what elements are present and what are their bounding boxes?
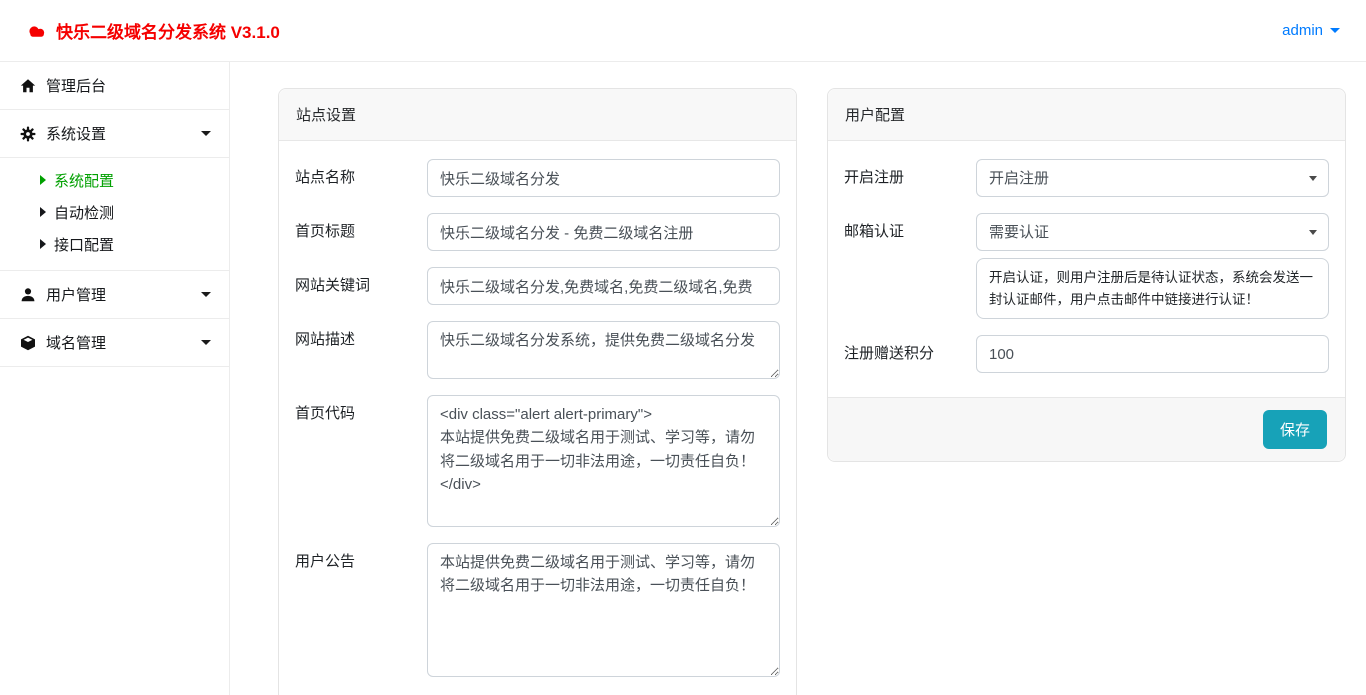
main-content: 站点设置 站点名称 首页标题 网站关键词 xyxy=(230,62,1366,695)
user-config-card: 用户配置 开启注册 开启注册 邮箱认证 xyxy=(827,88,1346,462)
chevron-down-icon xyxy=(201,131,211,136)
site-name-row: 站点名称 xyxy=(295,159,780,197)
subitem-label: 接口配置 xyxy=(54,234,114,255)
keywords-row: 网站关键词 xyxy=(295,267,780,305)
site-name-label: 站点名称 xyxy=(295,159,427,197)
system-settings-submenu: 系统配置 自动检测 接口配置 xyxy=(0,158,229,271)
site-settings-card: 站点设置 站点名称 首页标题 网站关键词 xyxy=(278,88,797,695)
points-input[interactable] xyxy=(976,335,1329,373)
user-card-title: 用户配置 xyxy=(828,89,1345,141)
keywords-label: 网站关键词 xyxy=(295,267,427,305)
email-auth-label: 邮箱认证 xyxy=(844,213,976,319)
user-menu[interactable]: admin xyxy=(1282,22,1340,39)
chevron-down-icon xyxy=(201,340,211,345)
sidebar-subitem-api-config[interactable]: 接口配置 xyxy=(0,228,229,260)
triangle-right-icon xyxy=(40,239,46,249)
home-code-textarea[interactable]: <div class="alert alert-primary"> 本站提供免费… xyxy=(427,395,780,527)
subitem-label: 自动检测 xyxy=(54,202,114,223)
sidebar: 管理后台 系统设置 xyxy=(0,62,230,695)
email-auth-select[interactable]: 需要认证 xyxy=(976,213,1329,251)
sidebar-item-label: 用户管理 xyxy=(46,284,191,305)
home-title-label: 首页标题 xyxy=(295,213,427,251)
home-icon xyxy=(20,78,36,94)
home-title-row: 首页标题 xyxy=(295,213,780,251)
site-card-body: 站点名称 首页标题 网站关键词 xyxy=(279,141,796,695)
cube-icon xyxy=(20,335,36,351)
sidebar-item-domain-management[interactable]: 域名管理 xyxy=(0,319,229,367)
keywords-input[interactable] xyxy=(427,267,780,305)
email-auth-row: 邮箱认证 需要认证 开启认证，则用户注册后是待认证状态，系统会发送一封认证邮件，… xyxy=(844,213,1329,319)
announcement-textarea[interactable]: 本站提供免费二级域名用于测试、学习等，请勿将二级域名用于一切非法用途，一切责任自… xyxy=(427,543,780,677)
sidebar-item-label: 系统设置 xyxy=(46,123,191,144)
home-code-row: 首页代码 <div class="alert alert-primary"> 本… xyxy=(295,395,780,527)
triangle-right-icon xyxy=(40,207,46,217)
sidebar-item-user-management[interactable]: 用户管理 xyxy=(0,271,229,319)
announcement-row: 用户公告 本站提供免费二级域名用于测试、学习等，请勿将二级域名用于一切非法用途，… xyxy=(295,543,780,677)
site-name-input[interactable] xyxy=(427,159,780,197)
email-auth-help: 开启认证，则用户注册后是待认证状态，系统会发送一封认证邮件，用户点击邮件中链接进… xyxy=(976,258,1329,319)
register-row: 开启注册 开启注册 xyxy=(844,159,1329,197)
brand[interactable]: 快乐二级域名分发系统 V3.1.0 xyxy=(26,18,280,43)
cloud-icon xyxy=(26,23,47,39)
register-label: 开启注册 xyxy=(844,159,976,197)
description-textarea[interactable]: 快乐二级域名分发系统，提供免费二级域名分发 xyxy=(427,321,780,379)
save-button[interactable]: 保存 xyxy=(1263,410,1327,449)
sidebar-item-label: 管理后台 xyxy=(46,75,211,96)
user-card-body: 开启注册 开启注册 邮箱认证 需要认证 xyxy=(828,141,1345,397)
description-row: 网站描述 快乐二级域名分发系统，提供免费二级域名分发 xyxy=(295,321,780,379)
site-card-title: 站点设置 xyxy=(279,89,796,141)
user-card-footer: 保存 xyxy=(828,397,1345,461)
chevron-down-icon xyxy=(1330,28,1340,33)
triangle-right-icon xyxy=(40,175,46,185)
sidebar-item-label: 域名管理 xyxy=(46,332,191,353)
home-title-input[interactable] xyxy=(427,213,780,251)
sidebar-subitem-system-config[interactable]: 系统配置 xyxy=(0,164,229,196)
register-select[interactable]: 开启注册 xyxy=(976,159,1329,197)
sidebar-item-system-settings[interactable]: 系统设置 xyxy=(0,110,229,158)
user-icon xyxy=(20,287,36,303)
gear-icon xyxy=(20,126,36,142)
sidebar-subitem-auto-detect[interactable]: 自动检测 xyxy=(0,196,229,228)
announcement-label: 用户公告 xyxy=(295,543,427,677)
user-name: admin xyxy=(1282,22,1323,39)
points-label: 注册赠送积分 xyxy=(844,335,976,373)
top-navbar: 快乐二级域名分发系统 V3.1.0 admin xyxy=(0,0,1366,62)
home-code-label: 首页代码 xyxy=(295,395,427,527)
sidebar-item-dashboard[interactable]: 管理后台 xyxy=(0,62,229,110)
description-label: 网站描述 xyxy=(295,321,427,379)
brand-title: 快乐二级域名分发系统 V3.1.0 xyxy=(56,18,280,43)
points-row: 注册赠送积分 xyxy=(844,335,1329,373)
subitem-label: 系统配置 xyxy=(54,170,114,191)
chevron-down-icon xyxy=(201,292,211,297)
